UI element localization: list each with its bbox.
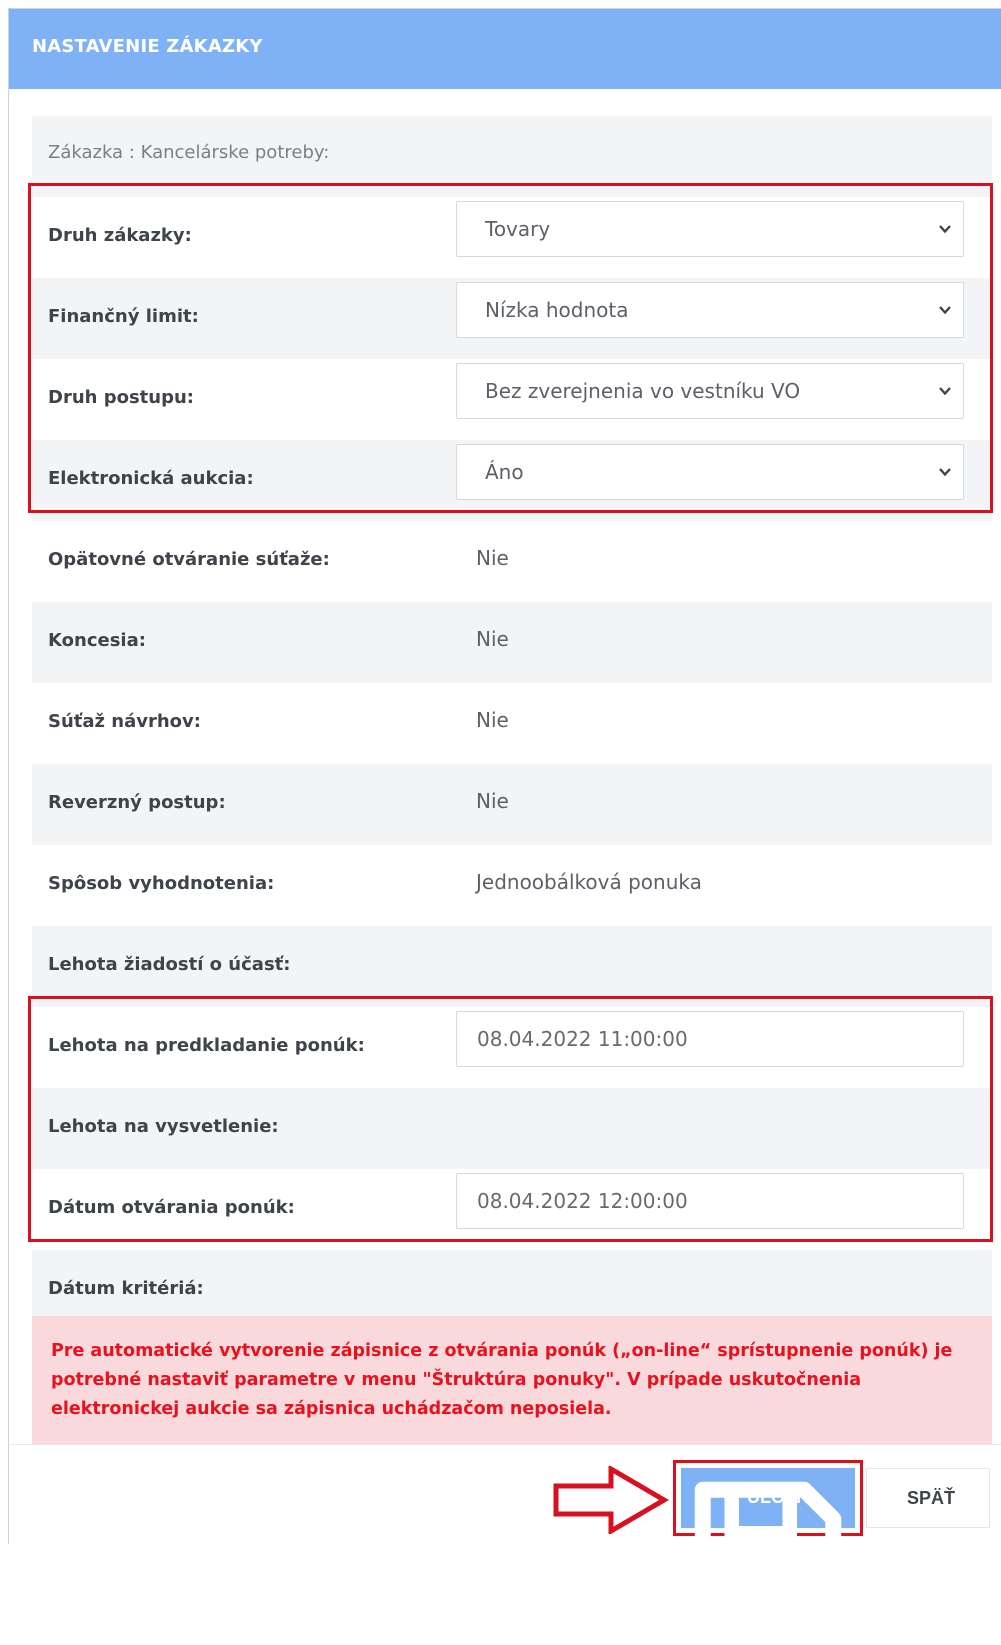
field-label: Spôsob vyhodnotenia: — [48, 873, 275, 894]
select-value: Bez zverejnenia vo vestníku VO — [485, 379, 801, 403]
row-elektronicka-aukcia: Elektronická aukcia: Áno — [32, 440, 992, 521]
row-opatovne-otvaranie: Opätovné otváranie súťaže: Nie — [32, 521, 992, 602]
chevron-down-icon — [939, 468, 951, 477]
row-lehota-ziadosti: Lehota žiadostí o účasť: — [32, 926, 992, 1007]
row-druh-zakazky: Druh zákazky: Tovary — [32, 197, 992, 278]
row-reverzny-postup: Reverzný postup: Nie — [32, 764, 992, 845]
footer-divider — [8, 1444, 1001, 1445]
arrow-right-icon — [553, 1466, 669, 1534]
chevron-down-icon — [939, 387, 951, 396]
chevron-down-icon — [939, 306, 951, 315]
field-value: Jednoobálková ponuka — [476, 870, 702, 894]
select-value: Áno — [485, 460, 524, 484]
info-alert: Pre automatické vytvorenie zápisnice z o… — [32, 1316, 992, 1444]
lehota-predkladanie-input[interactable] — [456, 1011, 964, 1067]
select-value: Nízka hodnota — [485, 298, 629, 322]
field-value: Nie — [476, 789, 509, 813]
financny-limit-select[interactable]: Nízka hodnota — [456, 282, 964, 338]
field-label: Koncesia: — [48, 630, 146, 651]
field-label: Súťaž návrhov: — [48, 711, 201, 732]
field-label: Dátum otvárania ponúk: — [48, 1197, 295, 1218]
row-sposob-vyhodnotenia: Spôsob vyhodnotenia: Jednoobálková ponuk… — [32, 845, 992, 926]
elektronicka-aukcia-select[interactable]: Áno — [456, 444, 964, 500]
row-financny-limit: Finančný limit: Nízka hodnota — [32, 278, 992, 359]
row-druh-postupu: Druh postupu: Bez zverejnenia vo vestník… — [32, 359, 992, 440]
datum-otvarania-input[interactable] — [456, 1173, 964, 1229]
alert-text: Pre automatické vytvorenie zápisnice z o… — [51, 1341, 953, 1419]
panel-header: NASTAVENIE ZÁKAZKY — [9, 9, 1001, 89]
row-datum-otvarania: Dátum otvárania ponúk: — [32, 1169, 992, 1250]
field-label: Lehota na predkladanie ponúk: — [48, 1035, 365, 1056]
row-lehota-predkladanie: Lehota na predkladanie ponúk: — [32, 1007, 992, 1088]
order-caption: Zákazka : Kancelárske potreby: — [48, 142, 330, 163]
select-value: Tovary — [485, 217, 551, 241]
order-settings-form: Zákazka : Kancelárske potreby: Druh záka… — [32, 116, 992, 1444]
field-label: Opätovné otváranie súťaže: — [48, 549, 330, 570]
row-sutaz-navrhov: Súťaž návrhov: Nie — [32, 683, 992, 764]
row-koncesia: Koncesia: Nie — [32, 602, 992, 683]
save-button-label: ULOŽIŤ — [747, 1487, 812, 1507]
row-lehota-vysvetlenie: Lehota na vysvetlenie: — [32, 1088, 992, 1169]
druh-postupu-select[interactable]: Bez zverejnenia vo vestníku VO — [456, 363, 964, 419]
field-label: Lehota žiadostí o účasť: — [48, 954, 291, 975]
row-datum-kriteria: Dátum kritériá: — [32, 1250, 992, 1316]
back-button-label: SPÄŤ — [907, 1488, 956, 1508]
field-label: Druh postupu: — [48, 387, 194, 408]
save-button[interactable]: ULOŽIŤ — [681, 1468, 855, 1629]
field-label: Lehota na vysvetlenie: — [48, 1116, 279, 1137]
field-label: Druh zákazky: — [48, 225, 192, 246]
field-label: Reverzný postup: — [48, 792, 226, 813]
druh-zakazky-select[interactable]: Tovary — [456, 201, 964, 257]
panel-title: NASTAVENIE ZÁKAZKY — [32, 36, 263, 57]
field-label: Dátum kritériá: — [48, 1278, 204, 1299]
back-button[interactable]: SPÄŤ — [866, 1468, 990, 1528]
caption-row: Zákazka : Kancelárske potreby: — [32, 116, 992, 197]
field-value: Nie — [476, 627, 509, 651]
field-label: Finančný limit: — [48, 306, 199, 327]
field-label: Elektronická aukcia: — [48, 468, 254, 489]
field-value: Nie — [476, 546, 509, 570]
chevron-down-icon — [939, 225, 951, 234]
field-value: Nie — [476, 708, 509, 732]
